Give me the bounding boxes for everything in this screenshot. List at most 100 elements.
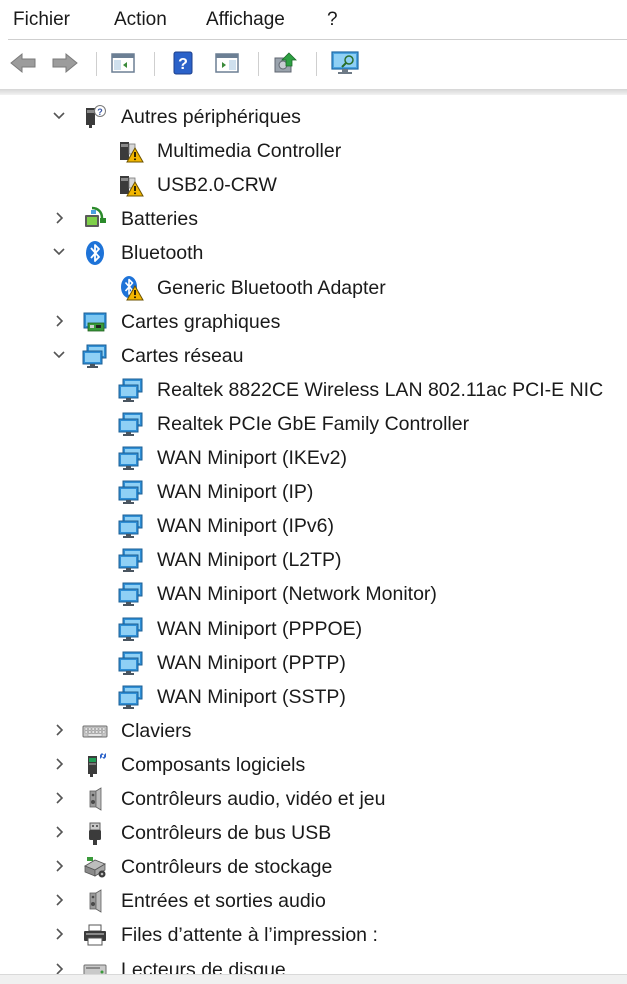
arrow-right-icon — [52, 52, 78, 74]
update-driver-button[interactable] — [270, 48, 300, 78]
chevron-down-icon[interactable] — [52, 109, 66, 123]
show-hide-action-pane-button[interactable] — [212, 48, 242, 78]
tree-device[interactable]: WAN Miniport (IP) — [0, 475, 627, 509]
tree-category[interactable]: Files d’attente à l’impression : — [0, 918, 627, 952]
battery-icon — [82, 206, 108, 232]
toolbar: ? — [0, 40, 627, 90]
tree-item-label: WAN Miniport (PPTP) — [157, 652, 346, 674]
tree-item-label: Claviers — [121, 720, 192, 742]
tree-item-label: Files d’attente à l’impression : — [121, 924, 378, 946]
tree-category[interactable]: Batteries — [0, 202, 627, 236]
menu-action[interactable]: Action — [114, 8, 167, 32]
disk-drive-icon — [82, 957, 108, 974]
chevron-right-icon[interactable] — [52, 859, 66, 873]
tree-item-label: Cartes graphiques — [121, 311, 281, 333]
forward-button[interactable] — [50, 48, 80, 78]
printer-icon — [82, 922, 108, 948]
chevron-right-icon[interactable] — [52, 962, 66, 974]
tree-item-label: Batteries — [121, 208, 198, 230]
tree-item-label: WAN Miniport (IPv6) — [157, 515, 334, 537]
tree-category[interactable]: Contrôleurs de stockage — [0, 850, 627, 884]
chevron-right-icon[interactable] — [52, 314, 66, 328]
chevron-down-icon[interactable] — [52, 348, 66, 362]
chevron-right-icon[interactable] — [52, 211, 66, 225]
warning-device-icon — [118, 172, 144, 198]
tree-category[interactable]: Composants logiciels — [0, 748, 627, 782]
chevron-right-icon[interactable] — [52, 893, 66, 907]
tree-device[interactable]: WAN Miniport (PPTP) — [0, 646, 627, 680]
tree-device[interactable]: Multimedia Controller — [0, 134, 627, 168]
network-adapter-icon — [118, 513, 144, 539]
svg-text:?: ? — [178, 56, 188, 73]
arrow-left-icon — [10, 52, 36, 74]
tree-device[interactable]: WAN Miniport (IPv6) — [0, 509, 627, 543]
toolbar-bottom-border — [0, 89, 627, 95]
toolbar-separator — [258, 52, 259, 76]
display-adapter-icon — [82, 309, 108, 335]
network-adapter-icon — [118, 650, 144, 676]
chevron-right-icon[interactable] — [52, 927, 66, 941]
update-driver-icon — [274, 52, 297, 73]
network-adapter-icon — [118, 411, 144, 437]
tree-item-label: Realtek 8822CE Wireless LAN 802.11ac PCI… — [157, 379, 604, 401]
tree-device[interactable]: WAN Miniport (Network Monitor) — [0, 577, 627, 611]
menu-help[interactable]: ? — [327, 8, 338, 32]
toolbar-separator — [96, 52, 97, 76]
unknown-device-icon: ? — [82, 104, 108, 130]
back-button[interactable] — [8, 48, 38, 78]
tree-device[interactable]: WAN Miniport (IKEv2) — [0, 441, 627, 475]
scan-hardware-button[interactable] — [330, 48, 360, 78]
tree-device[interactable]: WAN Miniport (PPPOE) — [0, 612, 627, 646]
tree-category[interactable]: Bluetooth — [0, 236, 627, 270]
tree-category[interactable]: Claviers — [0, 714, 627, 748]
tree-category[interactable]: ? Autres périphériques — [0, 100, 627, 134]
tree-device[interactable]: USB2.0-CRW — [0, 168, 627, 202]
tree-category[interactable]: Cartes réseau — [0, 339, 627, 373]
device-tree: ? Autres périphériques Multimedia Controll… — [0, 96, 627, 974]
tree-item-label: WAN Miniport (L2TP) — [157, 549, 342, 571]
tree-item-label: Bluetooth — [121, 242, 204, 264]
chevron-down-icon[interactable] — [52, 245, 66, 259]
tree-item-label: Contrôleurs de stockage — [121, 856, 333, 878]
speaker-icon — [82, 786, 108, 812]
tree-device[interactable]: WAN Miniport (L2TP) — [0, 543, 627, 577]
chevron-right-icon[interactable] — [52, 791, 66, 805]
software-component-icon — [82, 752, 108, 778]
tree-item-label: Multimedia Controller — [157, 140, 342, 162]
tree-item-label: WAN Miniport (IP) — [157, 481, 314, 503]
console-tree-icon — [111, 53, 135, 73]
chevron-right-icon[interactable] — [52, 757, 66, 771]
tree-item-label: WAN Miniport (Network Monitor) — [157, 583, 437, 605]
network-adapter-icon — [118, 445, 144, 471]
tree-device[interactable]: Realtek 8822CE Wireless LAN 802.11ac PCI… — [0, 373, 627, 407]
help-button[interactable]: ? — [168, 48, 198, 78]
chevron-right-icon[interactable] — [52, 825, 66, 839]
tree-category[interactable]: Lecteurs de disque — [0, 953, 627, 974]
tree-item-label: Autres périphériques — [121, 106, 301, 128]
network-adapter-icon — [118, 581, 144, 607]
chevron-right-icon[interactable] — [52, 723, 66, 737]
tree-category[interactable]: Entrées et sorties audio — [0, 884, 627, 918]
menu-fichier[interactable]: Fichier — [13, 8, 70, 32]
tree-item-label: Composants logiciels — [121, 754, 306, 776]
toolbar-separator — [316, 52, 317, 76]
show-hide-console-tree-button[interactable] — [108, 48, 138, 78]
action-pane-icon — [215, 53, 239, 73]
tree-device[interactable]: Generic Bluetooth Adapter — [0, 271, 627, 305]
network-adapter-icon — [118, 547, 144, 573]
network-adapter-icon — [118, 479, 144, 505]
tree-device[interactable]: Realtek PCIe GbE Family Controller — [0, 407, 627, 441]
tree-item-label: Generic Bluetooth Adapter — [157, 277, 386, 299]
keyboard-icon — [82, 718, 108, 744]
tree-category[interactable]: Contrôleurs de bus USB — [0, 816, 627, 850]
tree-item-label: USB2.0-CRW — [157, 174, 277, 196]
tree-item-label: WAN Miniport (SSTP) — [157, 686, 346, 708]
tree-category[interactable]: Cartes graphiques — [0, 305, 627, 339]
tree-category[interactable]: Contrôleurs audio, vidéo et jeu — [0, 782, 627, 816]
warning-device-icon — [118, 138, 144, 164]
tree-item-label: Realtek PCIe GbE Family Controller — [157, 413, 470, 435]
bluetooth-warning-icon — [118, 275, 144, 301]
tree-device[interactable]: WAN Miniport (SSTP) — [0, 680, 627, 714]
speaker-icon — [82, 888, 108, 914]
menu-affichage[interactable]: Affichage — [206, 8, 285, 32]
